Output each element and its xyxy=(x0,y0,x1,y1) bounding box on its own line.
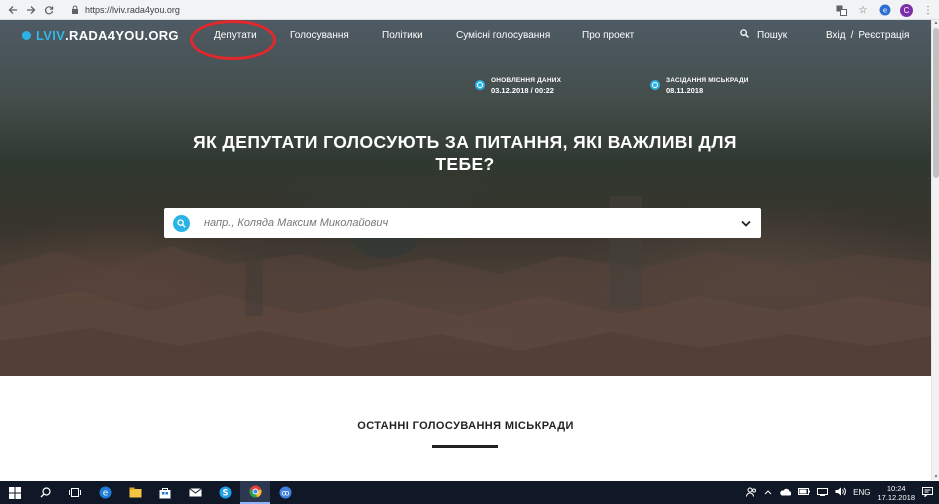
site-logo[interactable]: LVIV .RADA4YOU.ORG xyxy=(22,28,179,43)
address-bar[interactable]: https://lviv.rada4you.org xyxy=(70,2,810,17)
search-icon xyxy=(173,214,190,232)
taskbar-clock[interactable]: 10:24 17.12.2018 xyxy=(877,484,915,502)
search-placeholder[interactable]: напр., Коляда Максим Миколайович xyxy=(204,217,388,229)
reload-icon[interactable] xyxy=(40,1,58,19)
chevron-down-icon[interactable] xyxy=(740,217,752,229)
refresh-icon xyxy=(475,80,485,90)
scrollbar-thumb[interactable] xyxy=(933,28,939,178)
task-view-icon[interactable] xyxy=(60,481,90,504)
auth-links: Вхід / Реєстрація xyxy=(826,30,909,41)
bookmark-star-icon[interactable]: ☆ xyxy=(856,3,870,17)
scroll-up-icon[interactable]: ▲ xyxy=(933,20,939,26)
store-icon[interactable] xyxy=(150,481,180,504)
data-update-info: ОНОВЛЕННЯ ДАНИХ 03.12.2018 / 00:22 xyxy=(475,77,561,95)
hero-headline: ЯК ДЕПУТАТИ ГОЛОСУЮТЬ ЗА ПИТАННЯ, ЯКІ ВА… xyxy=(140,131,790,175)
notifications-icon[interactable] xyxy=(922,486,933,499)
logo-prefix: LVIV xyxy=(36,28,66,43)
scroll-down-icon[interactable]: ▼ xyxy=(933,474,939,480)
profile-avatar[interactable]: C xyxy=(900,3,913,17)
data-update-label: ОНОВЛЕННЯ ДАНИХ xyxy=(491,77,562,84)
forward-icon[interactable] xyxy=(22,1,40,19)
clock-date: 17.12.2018 xyxy=(877,492,915,502)
page-scrollbar[interactable]: ▲ ▼ xyxy=(931,20,939,480)
battery-icon[interactable] xyxy=(798,488,811,497)
section-underline xyxy=(432,445,498,448)
logo-suffix: .RADA4YOU.ORG xyxy=(65,28,179,43)
back-icon[interactable] xyxy=(4,1,22,19)
windows-taskbar: e S ꝏ ENG 10:24 17.12.2018 xyxy=(0,481,939,504)
lock-icon xyxy=(70,5,79,14)
onedrive-icon[interactable] xyxy=(779,488,792,498)
svg-text:ꝏ: ꝏ xyxy=(281,489,289,498)
extension-icon[interactable]: e xyxy=(878,3,892,17)
edge-browser-icon[interactable]: e xyxy=(90,481,120,504)
data-update-value: 03.12.2018 / 00:22 xyxy=(491,86,554,95)
site-header: LVIV .RADA4YOU.ORG Депутати Голосування … xyxy=(0,20,931,60)
browser-toolbar: https://lviv.rada4you.org ☆ e C ⋮ xyxy=(0,0,939,20)
search-icon xyxy=(740,29,749,41)
council-session-value: 08.11.2018 xyxy=(666,86,704,95)
calendar-icon xyxy=(650,80,660,90)
svg-text:e: e xyxy=(102,489,108,499)
nav-about[interactable]: Про проект xyxy=(582,30,634,41)
windows-start-icon[interactable] xyxy=(0,481,30,504)
menu-dots-icon[interactable]: ⋮ xyxy=(921,3,935,17)
section-title: ОСТАННІ ГОЛОСУВАННЯ МІСЬКРАДИ xyxy=(357,420,574,432)
register-link[interactable]: Реєстрація xyxy=(858,30,909,41)
volume-icon[interactable] xyxy=(835,487,846,498)
mail-icon[interactable] xyxy=(180,481,210,504)
red-highlight-circle xyxy=(190,20,276,60)
network-icon[interactable] xyxy=(817,487,829,498)
logo-dot-icon xyxy=(22,31,31,40)
nav-policies[interactable]: Політики xyxy=(382,30,423,41)
svg-text:e: e xyxy=(883,7,887,15)
login-link[interactable]: Вхід xyxy=(826,30,846,41)
chevron-up-icon[interactable] xyxy=(764,488,772,497)
skype-icon[interactable]: S xyxy=(210,481,240,504)
deputy-search-box[interactable]: напр., Коляда Максим Миколайович xyxy=(164,208,761,238)
nav-votes[interactable]: Голосування xyxy=(290,30,349,41)
messenger-app-icon[interactable]: ꝏ xyxy=(270,481,300,504)
search-label: Пошук xyxy=(757,29,788,41)
file-explorer-icon[interactable] xyxy=(120,481,150,504)
auth-separator: / xyxy=(850,30,854,41)
search-icon[interactable] xyxy=(30,481,60,504)
header-search-button[interactable]: Пошук xyxy=(740,29,787,41)
headline-line-1: ЯК ДЕПУТАТИ ГОЛОСУЮТЬ ЗА ПИТАННЯ, ЯКІ ВА… xyxy=(193,132,737,152)
council-session-label: ЗАСІДАННЯ МІСЬКРАДИ xyxy=(666,77,749,84)
url-text[interactable]: https://lviv.rada4you.org xyxy=(85,5,180,15)
council-session-info: ЗАСІДАННЯ МІСЬКРАДИ 08.11.2018 xyxy=(650,77,749,95)
svg-text:S: S xyxy=(222,489,228,499)
input-language[interactable]: ENG xyxy=(853,488,870,497)
people-icon[interactable] xyxy=(746,487,757,499)
translate-icon[interactable] xyxy=(834,3,848,17)
nav-joint-votes[interactable]: Сумісні голосування xyxy=(456,30,550,41)
hero-section: LVIV .RADA4YOU.ORG Депутати Голосування … xyxy=(0,20,931,376)
clock-time: 10:24 xyxy=(886,483,906,493)
headline-line-2: ТЕБЕ? xyxy=(435,154,495,174)
chrome-taskbar-icon[interactable] xyxy=(240,481,270,504)
system-tray: ENG 10:24 17.12.2018 xyxy=(746,481,939,504)
